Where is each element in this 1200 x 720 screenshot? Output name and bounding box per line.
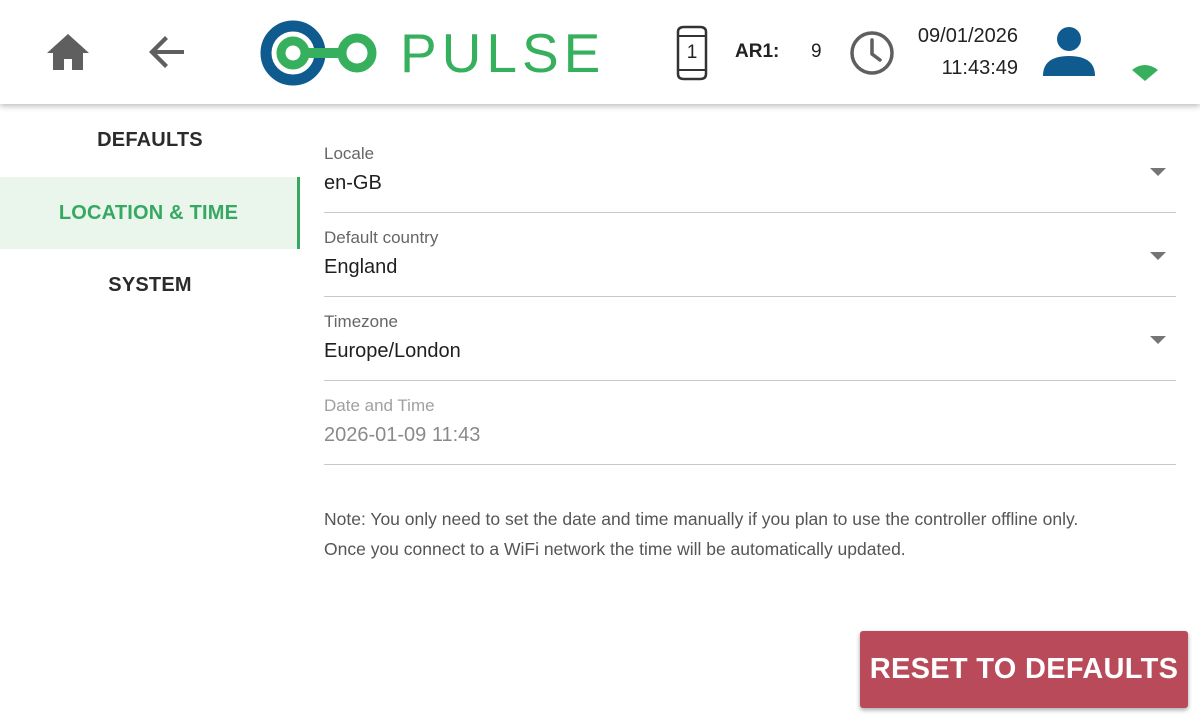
wifi-icon bbox=[1132, 65, 1158, 81]
timezone-select[interactable]: Timezone Europe/London bbox=[324, 296, 1176, 381]
app-header: PULSE 1 AR1: 9 09/01/2026 11:43:49 bbox=[0, 0, 1200, 104]
arrow-back-icon bbox=[149, 36, 184, 68]
date-time-value: 2026-01-09 11:43 bbox=[324, 424, 481, 446]
device-count: 1 bbox=[686, 42, 698, 63]
current-time: 11:43:49 bbox=[941, 57, 1018, 79]
logo-mark-icon bbox=[260, 20, 377, 86]
note-line-1: Note: You only need to set the date and … bbox=[324, 509, 1079, 529]
dropdown-arrow-icon bbox=[1150, 252, 1166, 260]
locale-label: Locale bbox=[324, 144, 375, 163]
pulse-logo: PULSE bbox=[260, 18, 600, 88]
note-line-2: Once you connect to a WiFi network the t… bbox=[324, 539, 906, 559]
sidebar-item-system[interactable]: SYSTEM bbox=[0, 249, 300, 321]
settings-sidebar: DEFAULTS LOCATION & TIME SYSTEM bbox=[0, 104, 300, 720]
home-button[interactable] bbox=[44, 30, 92, 74]
sidebar-item-location-time[interactable]: LOCATION & TIME bbox=[0, 177, 300, 249]
date-time-field: Date and Time 2026-01-09 11:43 bbox=[324, 380, 1176, 465]
locale-select[interactable]: Locale en-GB bbox=[324, 104, 1176, 213]
ar-label: AR1: bbox=[735, 41, 780, 62]
back-button[interactable] bbox=[144, 30, 192, 74]
ar-value: 9 bbox=[811, 41, 822, 62]
dropdown-arrow-icon bbox=[1150, 336, 1166, 344]
logo-text: PULSE bbox=[400, 22, 606, 84]
locale-value: en-GB bbox=[324, 172, 382, 194]
reset-to-defaults-button[interactable]: RESET TO DEFAULTS bbox=[860, 631, 1188, 708]
default-country-select[interactable]: Default country England bbox=[324, 212, 1176, 297]
home-icon bbox=[47, 34, 89, 70]
timezone-label: Timezone bbox=[324, 312, 399, 331]
dropdown-arrow-icon bbox=[1150, 168, 1166, 176]
sidebar-item-defaults[interactable]: DEFAULTS bbox=[0, 104, 300, 177]
device-indicator: 1 bbox=[672, 24, 712, 82]
current-date: 09/01/2026 bbox=[917, 25, 1018, 47]
timezone-value: Europe/London bbox=[324, 340, 461, 362]
date-time-label: Date and Time bbox=[324, 396, 435, 415]
default-country-label: Default country bbox=[324, 228, 439, 247]
user-icon[interactable] bbox=[1040, 24, 1098, 80]
offline-time-note: Note: You only need to set the date and … bbox=[324, 504, 1184, 564]
default-country-value: England bbox=[324, 256, 398, 278]
